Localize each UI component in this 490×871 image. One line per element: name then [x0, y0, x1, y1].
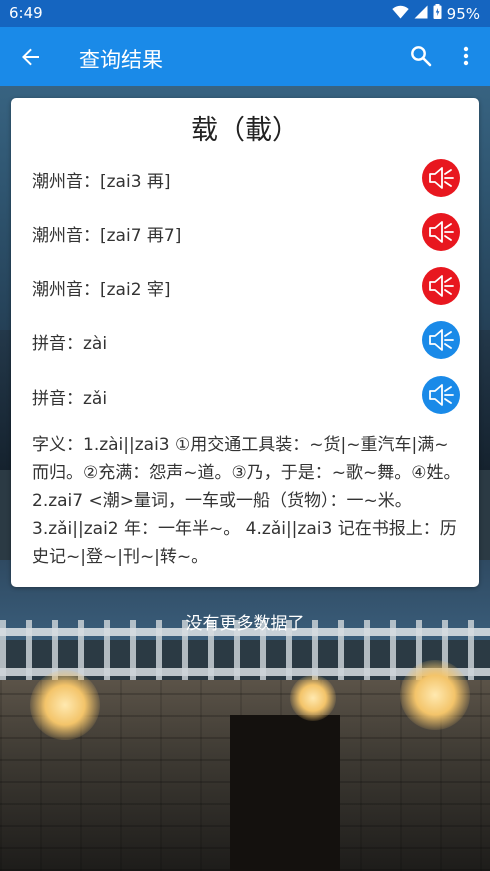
pronunciation-label: 潮州音：[zai7 再7] — [32, 226, 182, 246]
more-options-icon[interactable] — [460, 44, 472, 68]
status-bar: 6:49 95% — [0, 0, 490, 27]
page-title: 查询结果 — [79, 48, 163, 72]
pronunciation-row: 潮州音：[zai7 再7] — [32, 212, 460, 252]
search-icon[interactable] — [409, 44, 433, 68]
battery-icon — [433, 4, 442, 23]
speaker-icon — [429, 384, 454, 406]
definition-text: 字义：1.zài||zai3 ①用交通工具装：~货|~重汽车|满~而归。②充满：… — [32, 435, 461, 567]
speaker-icon — [429, 221, 454, 243]
no-more-data-label: 没有更多数据了 — [185, 614, 305, 634]
pronunciation-label: 潮州音：[zai2 宰] — [32, 280, 171, 300]
pronunciation-row: 潮州音：[zai3 再] — [32, 158, 460, 198]
signal-icon — [414, 5, 428, 23]
speaker-icon — [429, 275, 454, 297]
result-card: 载（載） 潮州音：[zai3 再] 潮州音：[zai7 再7] 潮州音：[zai… — [11, 98, 479, 587]
status-time: 6:49 — [9, 4, 43, 22]
back-arrow-icon[interactable] — [18, 44, 44, 70]
pronunciation-label: 拼音：zài — [32, 334, 108, 354]
play-audio-button[interactable] — [422, 267, 460, 305]
play-audio-button[interactable] — [422, 213, 460, 251]
battery-percentage: 95% — [446, 4, 480, 23]
speaker-icon — [429, 329, 454, 351]
wifi-icon — [391, 5, 409, 23]
pronunciation-label: 拼音：zǎi — [32, 389, 108, 409]
pronunciation-label: 潮州音：[zai3 再] — [32, 172, 171, 192]
play-audio-button[interactable] — [422, 321, 460, 359]
character-heading: 载（載） — [191, 115, 299, 146]
play-audio-button[interactable] — [422, 376, 460, 414]
play-audio-button[interactable] — [422, 159, 460, 197]
pronunciation-row: 拼音：zài — [32, 320, 460, 360]
speaker-icon — [429, 167, 454, 189]
pronunciation-row: 潮州音：[zai2 宰] — [32, 266, 460, 306]
app-bar: 查询结果 — [0, 27, 490, 86]
pronunciation-row: 拼音：zǎi — [32, 375, 460, 415]
